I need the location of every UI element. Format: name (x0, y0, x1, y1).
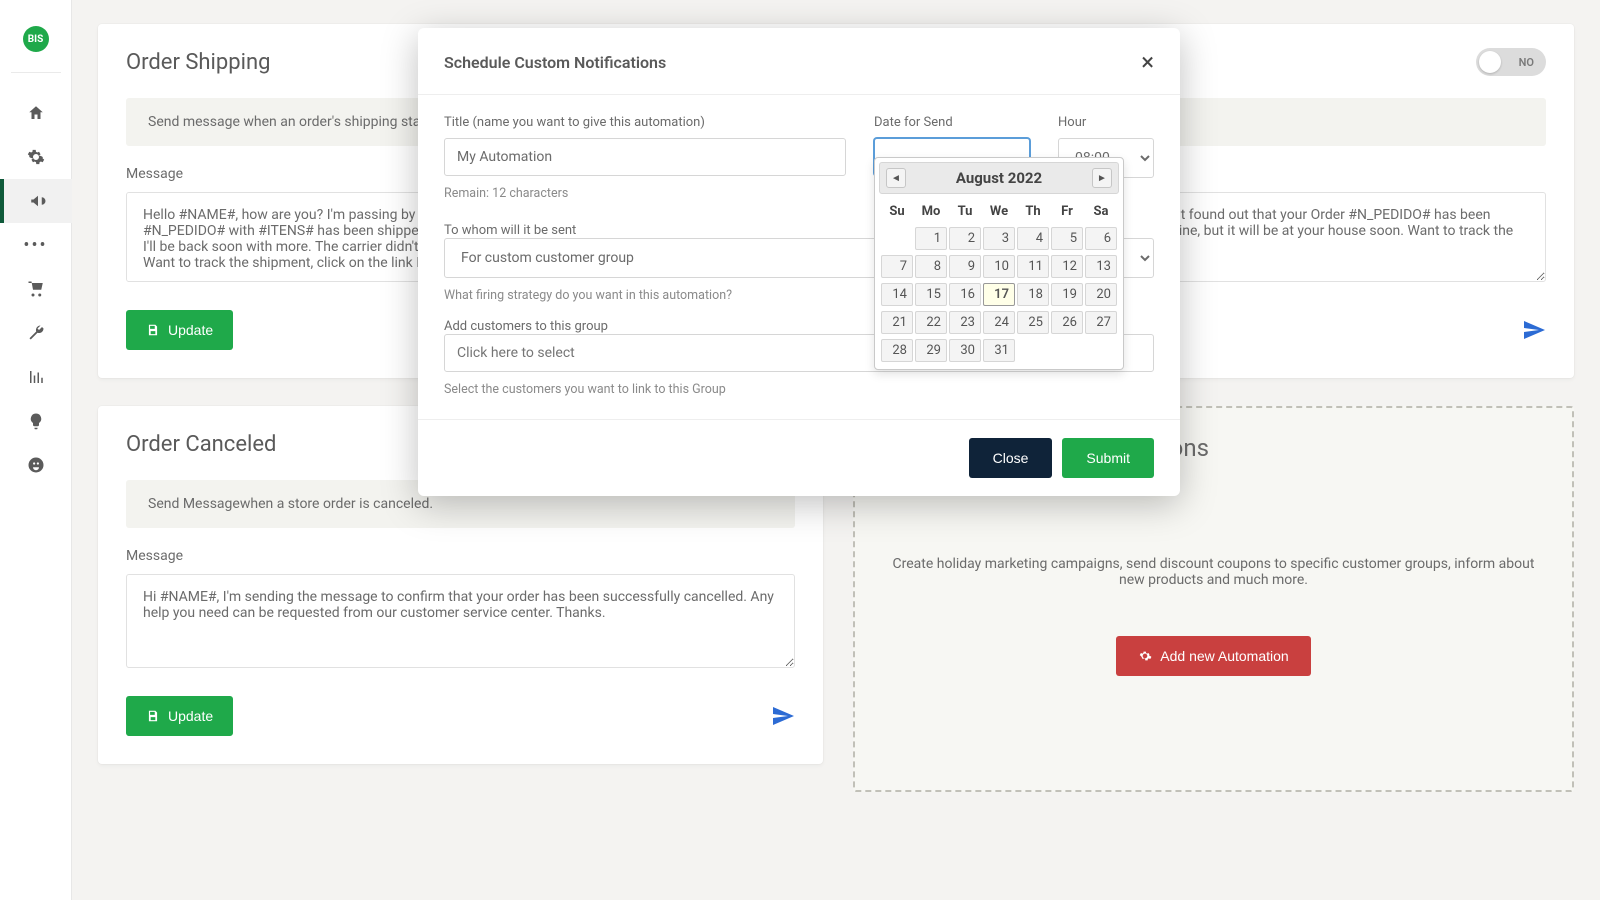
calendar-day[interactable]: 4 (1017, 227, 1049, 250)
calendar-day[interactable]: 21 (881, 311, 913, 334)
calendar-day[interactable]: 24 (983, 311, 1015, 334)
calendar-day[interactable]: 20 (1085, 283, 1117, 306)
calendar-day[interactable]: 31 (983, 339, 1015, 362)
calendar-day[interactable]: 29 (915, 339, 947, 362)
calendar-year: 2022 (1008, 169, 1042, 187)
calendar-day[interactable]: 16 (949, 283, 981, 306)
calendar-day[interactable]: 6 (1085, 227, 1117, 250)
calendar-day-header: Tu (949, 200, 981, 223)
datepicker: ◄ August 2022 ► SuMoTuWeThFrSa 123456789… (874, 157, 1124, 370)
calendar-day[interactable]: 1 (915, 227, 947, 250)
close-icon: × (1141, 48, 1154, 76)
calendar-day[interactable]: 15 (915, 283, 947, 306)
add-customers-label: Add customers to this group (444, 319, 608, 334)
calendar-day[interactable]: 8 (915, 255, 947, 278)
calendar-day-header: Th (1017, 200, 1049, 223)
calendar-day[interactable]: 11 (1017, 255, 1049, 278)
calendar-month: August (956, 169, 1004, 187)
calendar-day[interactable]: 19 (1051, 283, 1083, 306)
automation-title-input[interactable] (444, 138, 846, 176)
calendar-day-header: Mo (915, 200, 947, 223)
title-field-label: Title (name you want to give this automa… (444, 115, 846, 130)
chevron-right-icon: ► (1097, 173, 1107, 184)
add-customers-helper: Select the customers you want to link to… (444, 382, 1154, 397)
calendar-day[interactable]: 13 (1085, 255, 1117, 278)
calendar-day[interactable]: 2 (949, 227, 981, 250)
calendar-day[interactable]: 28 (881, 339, 913, 362)
calendar-day-header: Su (881, 200, 913, 223)
calendar-day[interactable]: 5 (1051, 227, 1083, 250)
calendar-day[interactable]: 10 (983, 255, 1015, 278)
calendar-day[interactable]: 30 (949, 339, 981, 362)
calendar-day[interactable]: 23 (949, 311, 981, 334)
whom-label: To whom will it be sent (444, 223, 576, 238)
modal-close-button[interactable]: × (1141, 50, 1154, 74)
date-field-label: Date for Send (874, 115, 1030, 130)
calendar-day[interactable]: 18 (1017, 283, 1049, 306)
calendar-day-header: Sa (1085, 200, 1117, 223)
hour-field-label: Hour (1058, 115, 1154, 130)
prev-month-button[interactable]: ◄ (886, 168, 906, 188)
calendar-day[interactable]: 12 (1051, 255, 1083, 278)
calendar-day[interactable]: 7 (881, 255, 913, 278)
calendar-day[interactable]: 14 (881, 283, 913, 306)
calendar-day[interactable]: 25 (1017, 311, 1049, 334)
calendar-day[interactable]: 26 (1051, 311, 1083, 334)
calendar-day-header: Fr (1051, 200, 1083, 223)
chevron-left-icon: ◄ (891, 173, 901, 184)
modal-close-footer-button[interactable]: Close (969, 438, 1053, 478)
calendar-grid: SuMoTuWeThFrSa 1234567891011121314151617… (879, 198, 1119, 365)
title-helper: Remain: 12 characters (444, 186, 846, 201)
calendar-day[interactable]: 22 (915, 311, 947, 334)
modal-submit-button[interactable]: Submit (1062, 438, 1154, 478)
calendar-day[interactable]: 3 (983, 227, 1015, 250)
calendar-day[interactable]: 17 (983, 283, 1015, 306)
calendar-month-year: August 2022 (956, 169, 1042, 187)
modal-title: Schedule Custom Notifications (444, 53, 666, 72)
schedule-modal: Schedule Custom Notifications × Title (n… (418, 28, 1180, 496)
calendar-day[interactable]: 27 (1085, 311, 1117, 334)
calendar-day[interactable]: 9 (949, 255, 981, 278)
calendar-day-header: We (983, 200, 1015, 223)
next-month-button[interactable]: ► (1092, 168, 1112, 188)
